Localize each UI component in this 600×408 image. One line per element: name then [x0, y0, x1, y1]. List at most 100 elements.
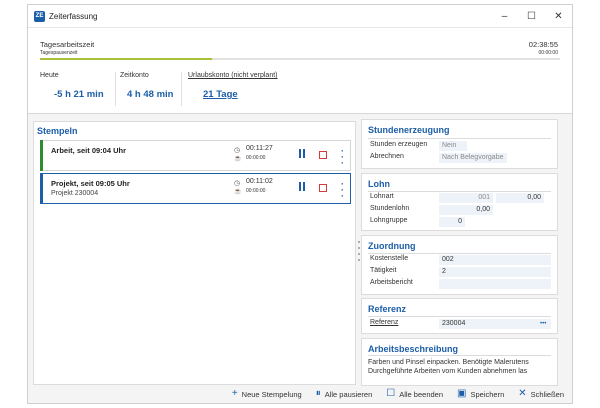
speichern-label: Speichern	[470, 389, 505, 399]
entry-timer: 00:11:27	[246, 145, 273, 152]
tagesarbeitszeit-value: 02:38:55	[528, 40, 558, 49]
window-title: Zeiterfassung	[49, 11, 98, 21]
stempeln-panel: Stempeln Arbeit, seit 09:04 Uhr ◷ ☕ 00:1…	[33, 121, 356, 385]
stundenlohn-label: Stundenlohn	[370, 205, 410, 212]
stundenerzeugung-panel: Stundenerzeugung Stunden erzeugen Nein A…	[361, 119, 558, 169]
alle-pausieren-label: Alle pausieren	[324, 389, 373, 399]
plus-icon: +	[231, 388, 238, 399]
kostenstelle-field[interactable]: 002	[439, 255, 551, 265]
heute-label: Heute	[40, 72, 59, 79]
lohn-panel: Lohn Lohnart 001 0,00 Stundenlohn 0,00 L…	[361, 173, 558, 231]
zuordnung-panel: Zuordnung Kostenstelle 002 Tätigkeit 2 A…	[361, 235, 558, 295]
pause-icon[interactable]	[297, 149, 307, 161]
stop-icon[interactable]	[319, 184, 327, 192]
save-icon: ▣	[457, 388, 467, 399]
entry-status-bar	[40, 173, 43, 204]
schliessen-label: Schließen	[530, 389, 564, 399]
divider	[181, 72, 182, 106]
arbeitsbeschreibung-textarea[interactable]: Farben und Pinsel einpacken. Benötigte M…	[368, 358, 553, 376]
tagesarbeitszeit-progress-fill	[40, 58, 212, 60]
arbeitsbeschreibung-line: Farben und Pinsel einpacken. Benötigte M…	[368, 359, 529, 366]
referenz-lookup-icon[interactable]: •••	[540, 319, 546, 329]
entry-pause-timer: 00:00:00	[246, 155, 266, 161]
kostenstelle-label: Kostenstelle	[370, 255, 409, 262]
lohn-heading: Lohn	[368, 179, 390, 189]
lohngruppe-field[interactable]: 0	[439, 217, 465, 227]
tagespausenzeit-value: 00:00:00	[538, 50, 558, 56]
abrechnen-label: Abrechnen	[370, 153, 404, 160]
arbeitsbeschreibung-line: Durchgeführte Arbeiten vom Kunden abnehm…	[368, 368, 528, 375]
urlaubskonto-value[interactable]: 21 Tage	[203, 89, 328, 100]
abrechnen-field[interactable]: Nach Belegvorgabe	[439, 153, 507, 163]
more-vertical-icon[interactable]: · · ·	[341, 180, 344, 201]
divider	[368, 138, 551, 139]
stundenlohn-field[interactable]: 0,00	[439, 205, 493, 215]
entry-status-bar	[40, 140, 43, 171]
taetigkeit-label: Tätigkeit	[370, 267, 397, 274]
coffee-icon: ☕	[234, 156, 242, 162]
taetigkeit-field[interactable]: 2	[439, 267, 551, 277]
tagesarbeitszeit-label: Tagesarbeitszeit	[40, 40, 95, 49]
zeitkonto-label: Zeitkonto	[120, 72, 149, 79]
more-vertical-icon[interactable]: · · ·	[341, 147, 344, 168]
lohngruppe-label: Lohngruppe	[370, 217, 408, 224]
entry-pause-timer: 00:00:00	[246, 188, 266, 194]
neue-stempelung-label: Neue Stempelung	[241, 389, 302, 399]
stunden-erzeugen-field[interactable]: Nein	[439, 141, 467, 151]
urlaubskonto-label[interactable]: Urlaubskonto (nicht verplant)	[188, 72, 328, 79]
zuordnung-heading: Zuordnung	[368, 241, 416, 251]
stempeln-heading: Stempeln	[37, 126, 78, 136]
stempel-entry-arbeit[interactable]: Arbeit, seit 09:04 Uhr ◷ ☕ 00:11:27 00:0…	[40, 140, 351, 171]
referenz-panel: Referenz Referenz 230004 •••	[361, 298, 558, 334]
heute-stat: Heute -5 h 21 min	[40, 72, 120, 110]
zeitkonto-stat: Zeitkonto 4 h 48 min	[120, 72, 185, 110]
splitter-handle[interactable]	[357, 241, 360, 261]
neue-stempelung-button[interactable]: + Neue Stempelung	[232, 389, 302, 399]
lohnart-label: Lohnart	[370, 193, 394, 200]
stop-icon: ☐	[386, 388, 396, 399]
divider	[368, 316, 551, 317]
entry-title: Projekt, seit 09:05 Uhr	[51, 179, 130, 188]
divider	[368, 191, 551, 192]
summary-panel: Tagesarbeitszeit 02:38:55 Tagespausenzei…	[28, 27, 572, 114]
speichern-button[interactable]: ▣ Speichern	[457, 389, 504, 399]
entry-timer: 00:11:02	[246, 178, 273, 185]
divider	[368, 253, 551, 254]
alle-pausieren-button[interactable]: ⏸ Alle pausieren	[316, 389, 373, 399]
lohnart-amount-field[interactable]: 0,00	[496, 193, 544, 203]
arbeitsbericht-label: Arbeitsbericht	[370, 279, 413, 286]
divider	[368, 355, 551, 356]
schliessen-button[interactable]: ✕ Schließen	[518, 389, 564, 399]
tagesarbeitszeit-progress	[40, 58, 560, 60]
stundenerzeugung-heading: Stundenerzeugung	[368, 125, 450, 135]
title-bar: ZE Zeiterfassung – ☐ ✕	[28, 5, 572, 27]
divider	[115, 72, 116, 106]
coffee-icon: ☕	[234, 189, 242, 195]
entry-subtitle: Projekt 230004	[51, 190, 99, 197]
clock-icon: ◷	[234, 147, 241, 154]
referenz-field[interactable]: 230004	[439, 319, 551, 329]
close-icon: ✕	[518, 388, 527, 399]
clock-icon: ◷	[234, 180, 241, 187]
referenz-heading: Referenz	[368, 304, 407, 314]
close-icon[interactable]: ✕	[545, 5, 572, 27]
arbeitsbericht-field[interactable]	[439, 279, 551, 289]
alle-beenden-label: Alle beenden	[399, 389, 444, 399]
alle-beenden-button[interactable]: ☐ Alle beenden	[386, 389, 443, 399]
app-icon: ZE	[34, 10, 45, 22]
maximize-icon[interactable]: ☐	[518, 5, 545, 27]
pause-icon[interactable]	[297, 182, 307, 194]
arbeitsbeschreibung-panel: Arbeitsbeschreibung Farben und Pinsel ei…	[361, 338, 558, 386]
stempel-entry-projekt[interactable]: Projekt, seit 09:05 Uhr Projekt 230004 ◷…	[40, 173, 351, 204]
minimize-icon[interactable]: –	[491, 5, 518, 27]
tagespausenzeit-label: Tagespausenzeit	[40, 50, 78, 56]
lohnart-field[interactable]: 001	[439, 193, 493, 203]
entry-title: Arbeit, seit 09:04 Uhr	[51, 146, 127, 155]
urlaubskonto-stat[interactable]: Urlaubskonto (nicht verplant) 21 Tage	[188, 72, 328, 110]
zeitkonto-value: 4 h 48 min	[127, 89, 174, 100]
referenz-label[interactable]: Referenz	[370, 319, 398, 326]
stop-icon[interactable]	[319, 151, 327, 159]
arbeitsbeschreibung-heading: Arbeitsbeschreibung	[368, 344, 459, 354]
zeiterfassung-window: ZE Zeiterfassung – ☐ ✕ Tagesarbeitszeit …	[27, 4, 573, 404]
heute-value: -5 h 21 min	[54, 89, 104, 100]
